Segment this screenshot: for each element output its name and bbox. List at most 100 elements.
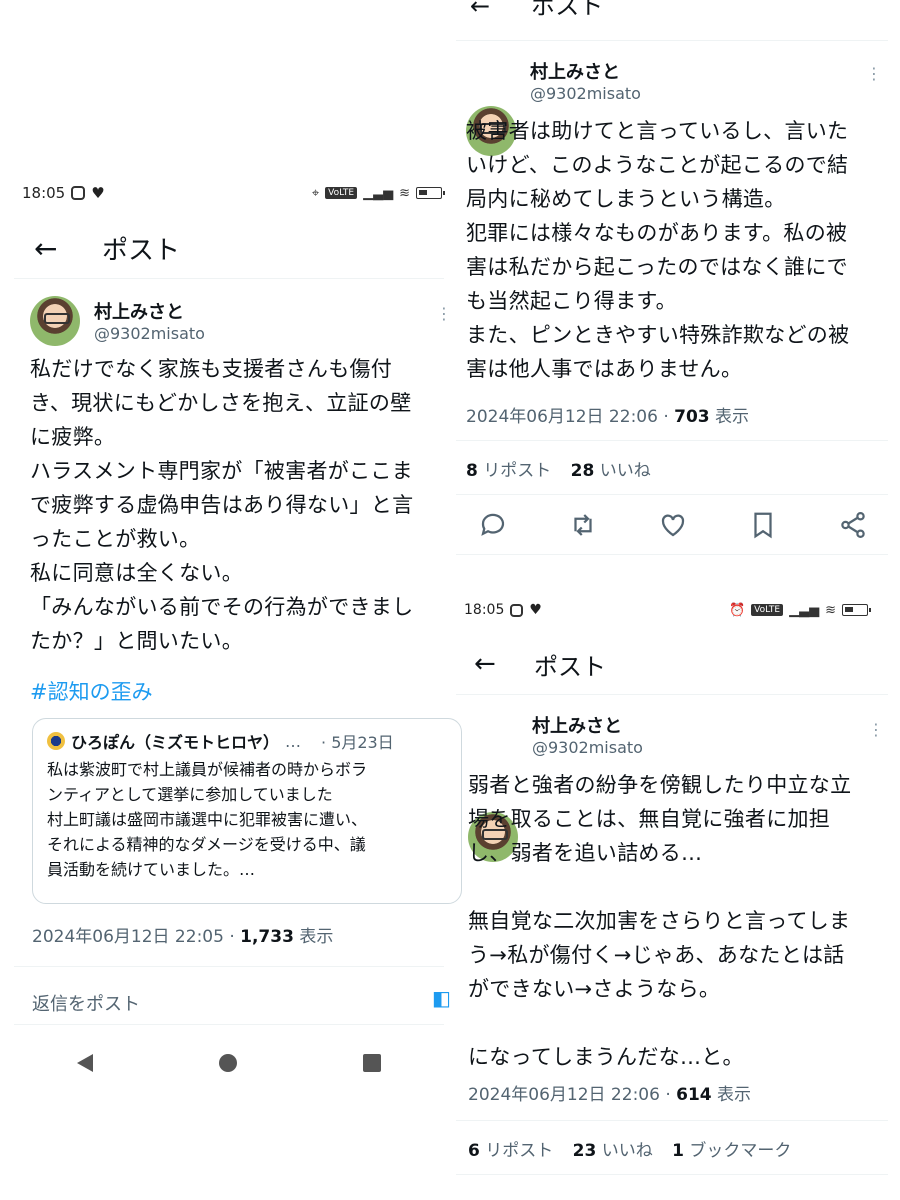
share-icon[interactable] bbox=[838, 510, 868, 540]
engagement-stats: 6 リポスト 23 いいね 1 ブックマーク bbox=[468, 1136, 791, 1161]
stats-divider bbox=[456, 494, 888, 495]
engagement-stats: 8 リポスト 28 いいね bbox=[466, 456, 651, 481]
post-line: き、現状にもどかしさを抱え、立証の壁 bbox=[30, 391, 412, 415]
back-arrow-icon[interactable]: ← bbox=[470, 0, 490, 20]
post-author[interactable]: 村上みさと @9302misato bbox=[530, 58, 641, 103]
bookmark-count: 1 bbox=[672, 1141, 684, 1161]
nav-home-icon[interactable] bbox=[219, 1054, 237, 1072]
heart-icon: ♥ bbox=[91, 184, 105, 202]
avatar[interactable] bbox=[30, 296, 80, 346]
bookmark-icon[interactable] bbox=[748, 510, 778, 540]
post-line: 「みんながいる前でその行為ができまし bbox=[30, 595, 414, 619]
post-line: 犯罪には様々なものがあります。私の被 bbox=[466, 221, 848, 245]
author-handle: @9302misato bbox=[94, 324, 205, 343]
post-line: ができない→さようなら。 bbox=[468, 977, 721, 1001]
quote-line: それによる精神的なダメージを受ける中、議 bbox=[47, 835, 366, 854]
quote-author-name: ひろぽん（ミズモトヒロヤ） bbox=[71, 733, 280, 752]
like-count: 23 bbox=[572, 1141, 597, 1161]
signal-icon: ▁▃▅ bbox=[363, 185, 394, 201]
nav-back-icon[interactable] bbox=[77, 1054, 93, 1072]
page-title: ポスト bbox=[102, 235, 181, 266]
post-line: 私に同意は全くない。 bbox=[30, 561, 243, 585]
camera-icon[interactable]: ◧ bbox=[432, 986, 451, 1010]
post-line: になってしまうんだな…と。 bbox=[468, 1045, 744, 1069]
view-count: 614 bbox=[676, 1085, 712, 1105]
nav-recents-icon[interactable] bbox=[363, 1054, 381, 1072]
post-line: う→私が傷付く→じゃあ、あなたとは話 bbox=[468, 943, 845, 967]
repost-label: リポスト bbox=[477, 461, 552, 481]
alarm-icon: ⏰ bbox=[728, 602, 746, 618]
repost-count: 6 bbox=[468, 1141, 480, 1161]
like-label: いいね bbox=[596, 1141, 653, 1161]
post-line: 害は他人事ではありません。 bbox=[466, 357, 743, 381]
post-line: 害は私だから起こったのではなく誰にで bbox=[466, 255, 848, 279]
status-time: 18:05 bbox=[464, 602, 505, 618]
post-meta: 2024年06月12日 22:05 · 1,733 表示 bbox=[32, 922, 333, 947]
quote-line: ンティアとして選挙に参加していました bbox=[47, 785, 333, 804]
post-line: 私だけでなく家族も支援者さんも傷付 bbox=[30, 357, 393, 381]
more-options-icon[interactable]: ⋮ bbox=[866, 64, 882, 83]
volte-icon: VoLTE bbox=[751, 604, 784, 616]
post-author[interactable]: 村上みさと @9302misato bbox=[94, 298, 205, 343]
view-label: 表示 bbox=[709, 407, 750, 427]
page-title: ポスト bbox=[534, 652, 606, 681]
view-count: 703 bbox=[674, 407, 710, 427]
post-line: 局内に秘めてしまうという構造。 bbox=[466, 187, 786, 211]
volte-icon: VoLTE bbox=[325, 187, 358, 199]
quote-ellipsis: … bbox=[285, 731, 302, 751]
more-options-icon[interactable]: ⋮ bbox=[436, 304, 452, 323]
like-icon[interactable] bbox=[658, 510, 688, 540]
back-arrow-icon[interactable]: ← bbox=[34, 232, 94, 265]
header-divider bbox=[456, 40, 888, 41]
post-actions bbox=[478, 510, 868, 540]
reply-divider bbox=[14, 1024, 444, 1025]
quote-date: · 5月23日 bbox=[321, 733, 394, 752]
post-line: で疲弊する虚偽申告はあり得ない」と言 bbox=[30, 493, 414, 517]
more-options-icon[interactable]: ⋮ bbox=[868, 720, 884, 739]
author-handle: @9302misato bbox=[530, 84, 641, 103]
quoted-post[interactable]: ひろぽん（ミズモトヒロヤ） … · 5月23日 私は紫波町で村上議員が候補者の時… bbox=[32, 718, 462, 904]
wifi-icon: ≋ bbox=[825, 602, 836, 618]
meta-divider bbox=[456, 1120, 888, 1121]
actions-divider bbox=[456, 554, 888, 555]
repost-count-link[interactable]: 8 リポスト bbox=[466, 461, 551, 481]
hashtag-link[interactable]: #認知の歪み bbox=[30, 676, 153, 706]
post-timestamp: 2024年06月12日 22:06 · bbox=[466, 407, 675, 427]
signal-icon: ▁▃▅ bbox=[789, 602, 820, 618]
post-body: 被害者は助けてと言っているし、言いた いけど、このようなことが起こるので結 局内… bbox=[466, 114, 886, 386]
repost-icon[interactable] bbox=[568, 510, 598, 540]
author-name: 村上みさと bbox=[94, 302, 184, 323]
page-title: ポスト bbox=[531, 0, 604, 20]
header-divider bbox=[456, 694, 888, 695]
reply-icon[interactable] bbox=[478, 510, 508, 540]
view-label: 表示 bbox=[293, 927, 334, 947]
right-top-header-partial: ← ポスト bbox=[470, 0, 603, 20]
instagram-icon bbox=[510, 603, 524, 617]
author-handle: @9302misato bbox=[532, 738, 643, 757]
post-timestamp: 2024年06月12日 22:05 · bbox=[32, 927, 241, 947]
post-line: 被害者は助けてと言っているし、言いた bbox=[466, 119, 849, 143]
wifi-icon: ≋ bbox=[399, 185, 410, 201]
like-count-link[interactable]: 23 いいね bbox=[573, 1141, 653, 1161]
quote-body: 私は紫波町で村上議員が候補者の時からボラ ンティアとして選挙に参加していました … bbox=[47, 757, 447, 882]
post-timestamp: 2024年06月12日 22:06 · bbox=[468, 1085, 677, 1105]
quote-avatar bbox=[47, 732, 65, 750]
post-author[interactable]: 村上みさと @9302misato bbox=[532, 712, 643, 757]
post-line: いけど、このようなことが起こるので結 bbox=[466, 153, 849, 177]
heart-icon: ♥ bbox=[529, 602, 542, 618]
post-line: 弱者と強者の紛争を傍観したり中立な立 bbox=[468, 773, 852, 797]
meta-divider bbox=[14, 966, 444, 967]
post-body: 弱者と強者の紛争を傍観したり中立な立 場を取ることは、無自覚に強者に加担 し、弱… bbox=[468, 768, 888, 1074]
author-name: 村上みさと bbox=[532, 716, 622, 737]
header-divider bbox=[14, 278, 444, 279]
reply-input[interactable]: 返信をポスト bbox=[32, 990, 140, 1016]
post-line: に疲弊。 bbox=[30, 425, 116, 449]
like-count-link[interactable]: 28 いいね bbox=[571, 461, 651, 481]
instagram-icon bbox=[71, 186, 86, 200]
repost-count-link[interactable]: 6 リポスト bbox=[468, 1141, 553, 1161]
back-arrow-icon[interactable]: ← bbox=[474, 649, 534, 679]
left-status-bar: 18:05 ♥ ⌖ VoLTE ▁▃▅ ≋ bbox=[22, 184, 445, 202]
view-label: 表示 bbox=[711, 1085, 752, 1105]
bookmark-count-link[interactable]: 1 ブックマーク bbox=[672, 1141, 791, 1161]
view-count: 1,733 bbox=[240, 927, 294, 947]
